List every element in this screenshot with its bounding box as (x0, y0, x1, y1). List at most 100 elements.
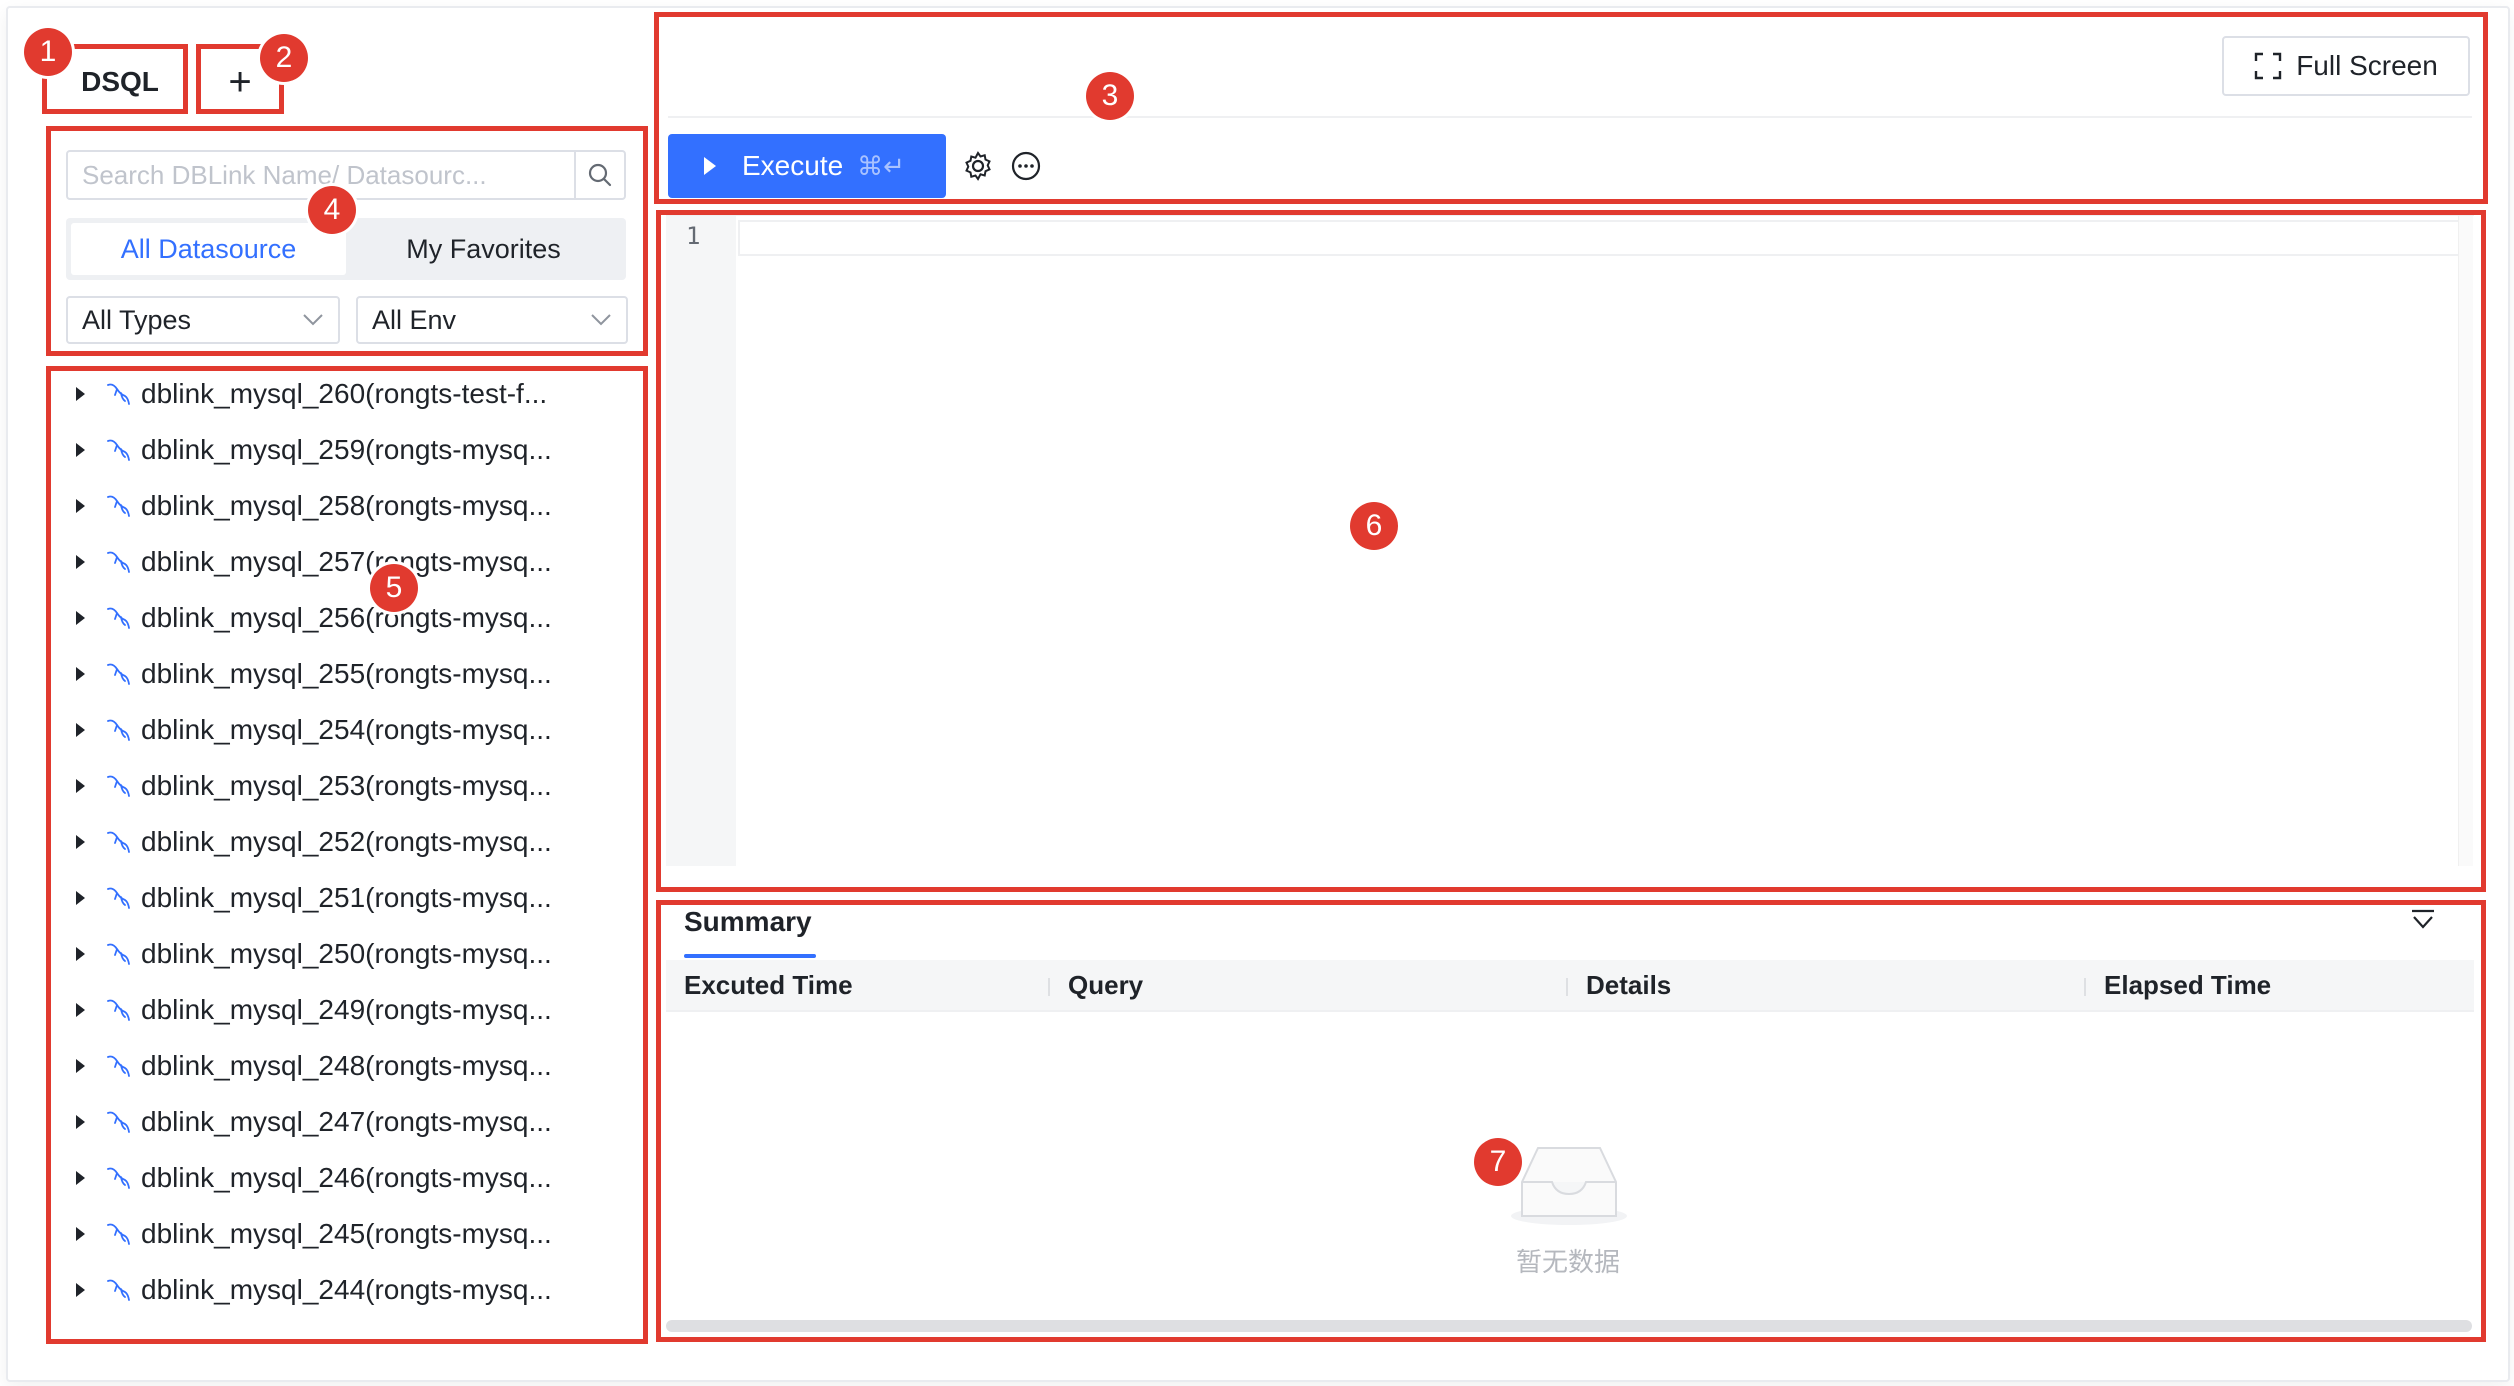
mysql-icon (107, 887, 130, 909)
chevron-down-icon (303, 314, 323, 326)
datasource-tree-item-label: dblink_mysql_250(rongts-mysq... (141, 938, 552, 969)
type-filter-value: All Types (82, 304, 192, 335)
toolbar-divider (668, 116, 2472, 118)
datasource-tree-item-label: dblink_mysql_252(rongts-mysq... (141, 826, 552, 857)
mysql-icon (107, 1111, 130, 1133)
fullscreen-icon (2254, 52, 2282, 80)
line-number: 1 (686, 222, 701, 250)
chevron-down-icon (591, 314, 611, 326)
datasource-tree-item[interactable]: dblink_mysql_253(rongts-mysq... (72, 766, 552, 806)
expand-caret-icon[interactable] (76, 947, 85, 961)
expand-caret-icon[interactable] (76, 1171, 85, 1185)
expand-caret-icon[interactable] (76, 1115, 85, 1129)
datasource-tree-item[interactable]: dblink_mysql_248(rongts-mysq... (72, 1046, 552, 1086)
collapse-panel-icon[interactable] (2408, 906, 2438, 936)
current-line-highlight (738, 220, 2468, 256)
annotation-badge-5: 5 (370, 564, 418, 612)
summary-table-header: Excuted Time Query Details Elapsed Time (666, 960, 2474, 1012)
expand-caret-icon[interactable] (76, 723, 85, 737)
column-separator (1566, 978, 1568, 996)
datasource-tree-item[interactable]: dblink_mysql_259(rongts-mysq... (72, 430, 552, 470)
sql-editor[interactable]: 1 (666, 214, 2474, 866)
expand-caret-icon[interactable] (76, 1227, 85, 1241)
datasource-tree-item[interactable]: dblink_mysql_244(rongts-mysq... (72, 1270, 552, 1310)
datasource-tree-item-label: dblink_mysql_251(rongts-mysq... (141, 882, 552, 913)
env-filter-value: All Env (372, 304, 457, 335)
datasource-tree-item-label: dblink_mysql_249(rongts-mysq... (141, 994, 552, 1025)
expand-caret-icon[interactable] (76, 611, 85, 625)
mysql-icon (107, 551, 130, 573)
mysql-icon (107, 999, 130, 1021)
annotation-badge-3: 3 (1086, 72, 1134, 120)
summary-horizontal-scrollbar[interactable] (666, 1320, 2472, 1332)
segment-my-favorites[interactable]: My Favorites (346, 223, 621, 275)
mysql-icon (107, 943, 130, 965)
type-filter-select[interactable]: All Types (66, 296, 340, 344)
column-query[interactable]: Query (1068, 970, 1143, 1001)
search-icon (588, 163, 612, 187)
expand-caret-icon[interactable] (76, 891, 85, 905)
expand-caret-icon[interactable] (76, 1003, 85, 1017)
datasource-tree-item[interactable]: dblink_mysql_250(rongts-mysq... (72, 934, 552, 974)
mysql-icon (107, 383, 130, 405)
full-screen-button[interactable]: Full Screen (2222, 36, 2470, 96)
mysql-icon (107, 831, 130, 853)
segment-all-datasource[interactable]: All Datasource (71, 223, 346, 275)
empty-state-text: 暂无数据 (1516, 1247, 1621, 1277)
datasource-tree-item-label: dblink_mysql_254(rongts-mysq... (141, 714, 552, 745)
expand-caret-icon[interactable] (76, 667, 85, 681)
datasource-tree-item-label: dblink_mysql_246(rongts-mysq... (141, 1162, 552, 1193)
execute-button[interactable]: Execute ⌘↵ (668, 134, 946, 198)
datasource-tree-item-label: dblink_mysql_257(rongts-mysq... (141, 546, 552, 577)
expand-caret-icon[interactable] (76, 1283, 85, 1297)
mysql-icon (107, 607, 130, 629)
mysql-icon (107, 775, 130, 797)
editor-scrollbar[interactable] (2458, 216, 2473, 866)
env-filter-select[interactable]: All Env (356, 296, 628, 344)
datasource-tree-item[interactable]: dblink_mysql_260(rongts-test-f... (72, 374, 547, 414)
column-elapsed-time[interactable]: Elapsed Time (2104, 970, 2271, 1001)
datasource-tree-item[interactable]: dblink_mysql_252(rongts-mysq... (72, 822, 552, 862)
gear-icon[interactable] (962, 150, 994, 182)
datasource-tree-item-label: dblink_mysql_259(rongts-mysq... (141, 434, 552, 465)
expand-caret-icon[interactable] (76, 779, 85, 793)
play-icon (704, 157, 716, 175)
column-separator (2084, 978, 2086, 996)
mysql-icon (107, 439, 130, 461)
expand-caret-icon[interactable] (76, 387, 85, 401)
datasource-tree-item[interactable]: dblink_mysql_255(rongts-mysq... (72, 654, 552, 694)
mysql-icon (107, 1279, 130, 1301)
mysql-icon (107, 495, 130, 517)
line-number-gutter: 1 (666, 216, 736, 866)
column-executed-time[interactable]: Excuted Time (684, 970, 853, 1001)
datasource-tree-item-label: dblink_mysql_253(rongts-mysq... (141, 770, 552, 801)
expand-caret-icon[interactable] (76, 555, 85, 569)
tab-summary[interactable]: Summary (684, 906, 812, 938)
expand-caret-icon[interactable] (76, 835, 85, 849)
datasource-tree-item[interactable]: dblink_mysql_254(rongts-mysq... (72, 710, 552, 750)
search-button[interactable] (574, 152, 624, 198)
datasource-tree-item[interactable]: dblink_mysql_251(rongts-mysq... (72, 878, 552, 918)
datasource-tree-item[interactable]: dblink_mysql_258(rongts-mysq... (72, 486, 552, 526)
tab-dsql[interactable]: DSQL (50, 50, 190, 114)
datasource-tree-item-label: dblink_mysql_256(rongts-mysq... (141, 602, 552, 633)
execute-shortcut: ⌘↵ (857, 150, 905, 181)
more-icon[interactable] (1010, 150, 1042, 182)
datasource-tree-item[interactable]: dblink_mysql_247(rongts-mysq... (72, 1102, 552, 1142)
annotation-badge-6: 6 (1350, 502, 1398, 550)
full-screen-label: Full Screen (2296, 50, 2438, 81)
expand-caret-icon[interactable] (76, 1059, 85, 1073)
expand-caret-icon[interactable] (76, 499, 85, 513)
annotation-badge-4: 4 (308, 186, 356, 234)
column-details[interactable]: Details (1586, 970, 1671, 1001)
datasource-tree-item-label: dblink_mysql_255(rongts-mysq... (141, 658, 552, 689)
mysql-icon (107, 719, 130, 741)
empty-inbox-icon (1511, 1147, 1627, 1225)
datasource-tree-item[interactable]: dblink_mysql_246(rongts-mysq... (72, 1158, 552, 1198)
datasource-tree-item[interactable]: dblink_mysql_249(rongts-mysq... (72, 990, 552, 1030)
expand-caret-icon[interactable] (76, 443, 85, 457)
datasource-tree-item[interactable]: dblink_mysql_256(rongts-mysq... (72, 598, 552, 638)
datasource-tree-item-label: dblink_mysql_260(rongts-test-f... (141, 378, 548, 409)
datasource-tree-item[interactable]: dblink_mysql_245(rongts-mysq... (72, 1214, 552, 1254)
datasource-tree-item[interactable]: dblink_mysql_257(rongts-mysq... (72, 542, 552, 582)
